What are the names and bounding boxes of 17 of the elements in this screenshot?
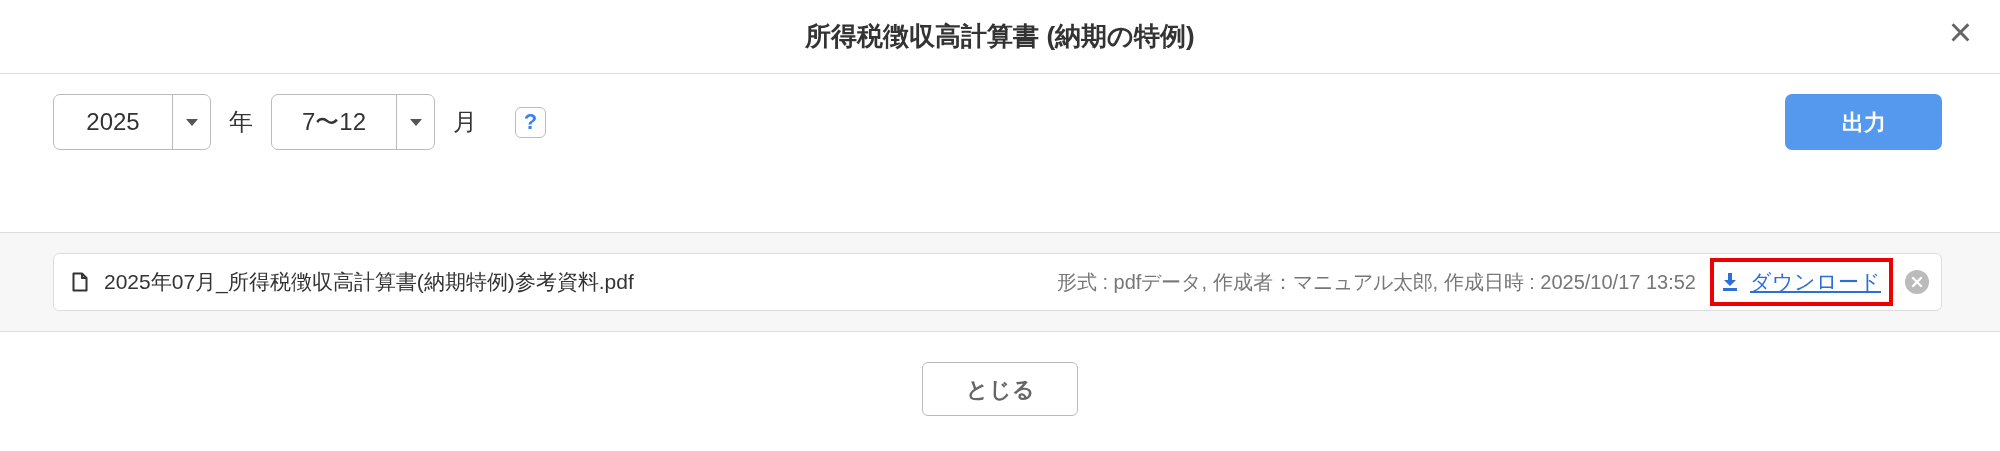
dropdown[interactable]: 2025: [53, 94, 211, 150]
download-icon: [1722, 273, 1738, 291]
download-link[interactable]: ダウンロード: [1710, 258, 1893, 306]
close-button[interactable]: ×: [1942, 12, 1978, 52]
caret-icon: [185, 118, 198, 126]
file-name: 2025年07月_所得税徴収高計算書(納期特例)参考資料.pdf: [104, 269, 634, 296]
help-button[interactable]: ?: [515, 106, 547, 138]
remove-icon[interactable]: [1905, 270, 1929, 295]
close-dialog-button[interactable]: とじる: [922, 362, 1078, 416]
unit-label: 月: [453, 107, 478, 137]
caret-icon: [409, 118, 422, 126]
file-icon: [72, 272, 88, 292]
dialog-title: 所得税徴収高計算書 (納期の特例): [805, 20, 1195, 53]
file-details: 形式 : pdfデータ, 作成者：マニュアル太郎, 作成日時 : 2025/10/17 13:52: [1056, 270, 1696, 295]
unit-label: 年: [229, 107, 253, 137]
dropdown[interactable]: 7〜12: [271, 94, 436, 150]
output-button[interactable]: 出力: [1785, 94, 1942, 150]
